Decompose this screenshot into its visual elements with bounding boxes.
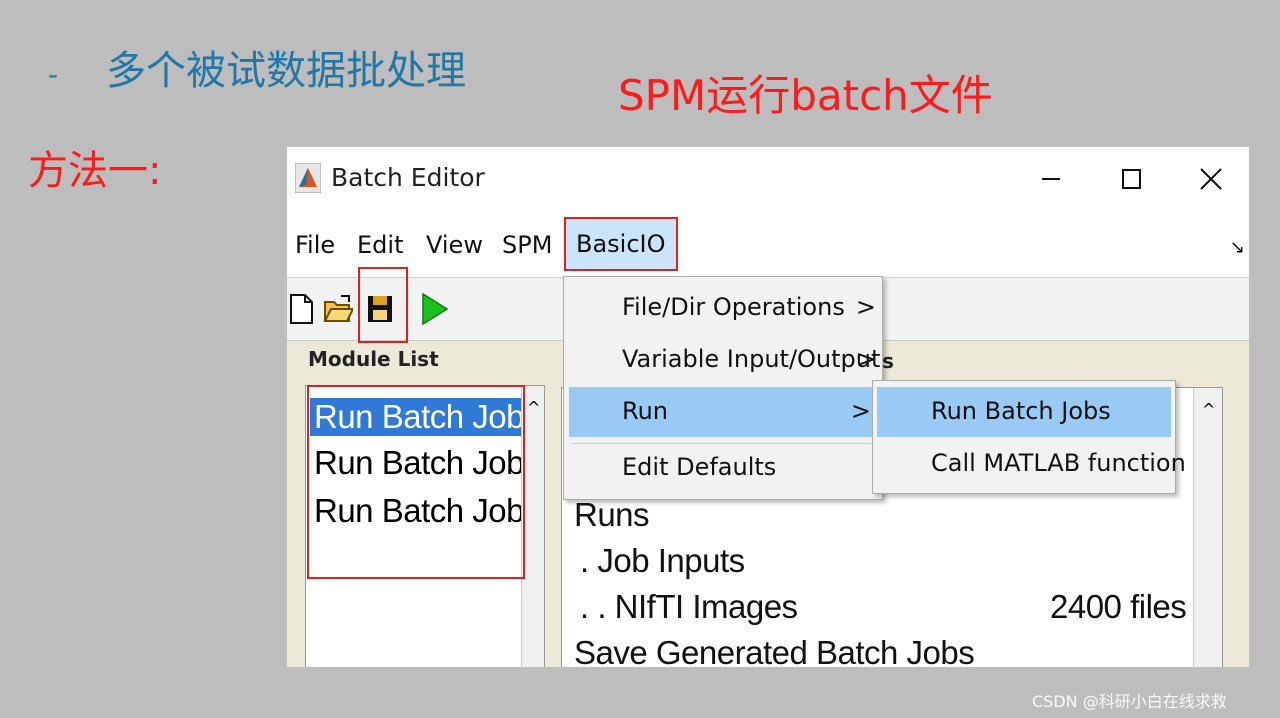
menu-view[interactable]: View (424, 225, 485, 265)
detail-line[interactable]: . Job Inputs (580, 542, 745, 580)
title-bar: Batch Editor (287, 147, 1249, 211)
file-count: 2400 files (1050, 588, 1187, 625)
menu-item-edit-defaults[interactable]: Edit Defaults (564, 443, 882, 493)
open-folder-icon[interactable] (323, 292, 353, 326)
detail-header-fragment: s (882, 349, 894, 373)
run-submenu: Run Batch Jobs Call MATLAB function (872, 380, 1186, 494)
matlab-logo-icon (295, 163, 321, 193)
menu-item-file-dir-operations[interactable]: File/Dir Operations > (564, 283, 882, 333)
minimize-button[interactable] (1021, 155, 1081, 203)
submenu-item-run-batch-jobs[interactable]: Run Batch Jobs (877, 387, 1171, 437)
detail-line[interactable]: . . NIfTI Images (580, 588, 798, 626)
detail-scrollbar[interactable]: ^ (1193, 388, 1222, 667)
submenu-item-call-matlab-function[interactable]: Call MATLAB function (873, 439, 1186, 489)
annotation-box-save (358, 267, 408, 343)
chevron-right-icon: > (855, 345, 876, 373)
chevron-right-icon: > (855, 293, 876, 321)
spm-caption: SPM运行batch文件 (618, 71, 993, 120)
dock-arrow-icon[interactable]: ↘ (1230, 237, 1245, 258)
module-list-label: Module List (308, 347, 439, 371)
maximize-button[interactable] (1101, 155, 1161, 203)
menu-item-run[interactable]: Run > (569, 387, 877, 437)
detail-line[interactable]: Runs (574, 496, 650, 534)
menu-bar: File Edit View SPM BasicIO ↘ (287, 211, 1249, 277)
new-file-icon[interactable] (287, 292, 317, 326)
menu-edit[interactable]: Edit (355, 225, 405, 265)
scroll-up-icon[interactable]: ^ (1202, 400, 1215, 419)
menu-file[interactable]: File (293, 225, 337, 265)
minimize-icon (1042, 178, 1060, 180)
bullet-dash: - (48, 58, 59, 91)
detail-line[interactable]: Save Generated Batch Jobs (574, 634, 975, 667)
menu-item-variable-input-output[interactable]: Variable Input/Output > (564, 335, 882, 385)
basicio-dropdown-menu: File/Dir Operations > Variable Input/Out… (563, 276, 883, 500)
method-label: 方法一: (28, 148, 162, 194)
slide-title: 多个被试数据批处理 (106, 48, 466, 94)
menu-spm[interactable]: SPM (500, 225, 554, 265)
menu-basicio[interactable]: BasicIO (564, 217, 678, 271)
maximize-icon (1122, 169, 1141, 189)
window-title: Batch Editor (331, 163, 485, 192)
run-icon[interactable] (419, 292, 449, 326)
close-icon (1200, 168, 1222, 190)
annotation-box-module-list (307, 385, 525, 579)
watermark: CSDN @科研小白在线求救 (1032, 692, 1227, 711)
chevron-right-icon: > (850, 397, 871, 425)
scroll-up-icon[interactable]: ^ (527, 398, 540, 417)
close-button[interactable] (1181, 155, 1241, 203)
